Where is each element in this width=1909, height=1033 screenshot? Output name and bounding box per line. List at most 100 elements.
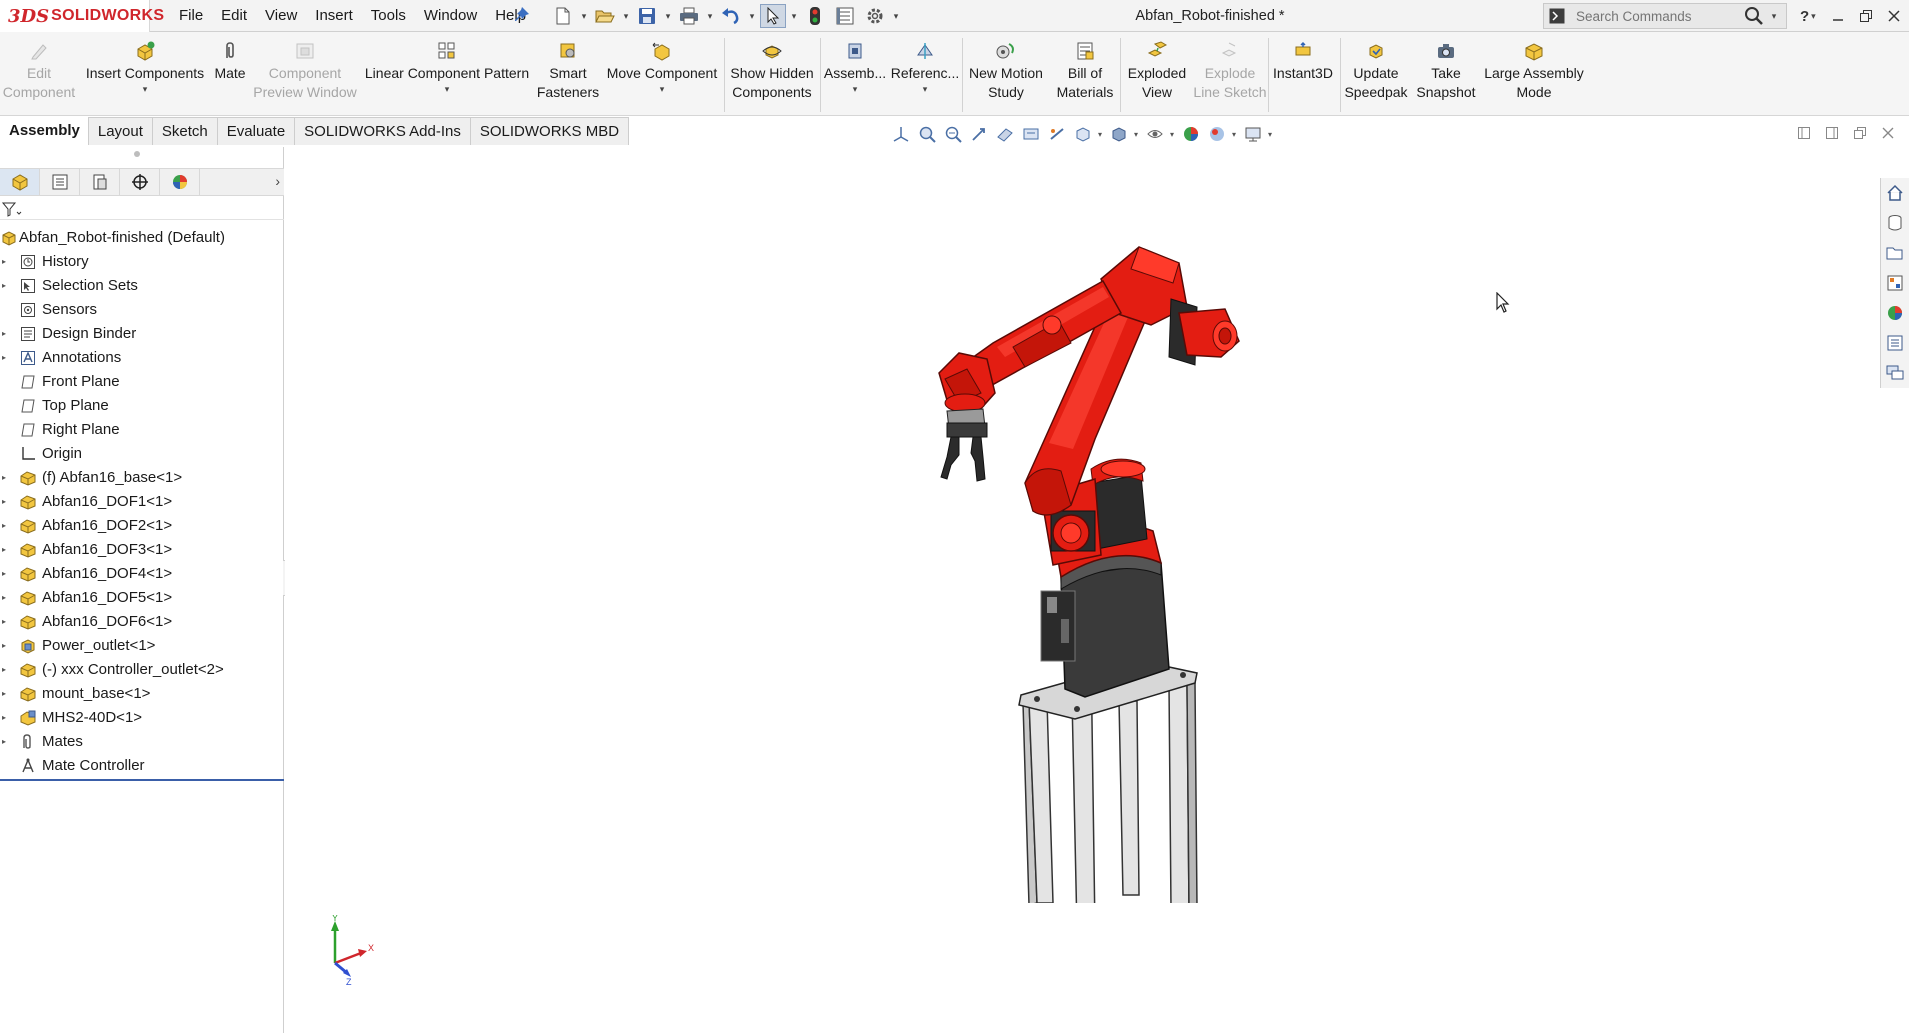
reference-geometry-button[interactable]: Referenc... ▾ [890,40,960,94]
expand-arrow-icon[interactable]: ▸ [2,586,10,610]
custom-properties-icon[interactable] [1881,328,1909,358]
tree-item[interactable]: Right Plane [0,418,284,442]
display-style-dropdown-icon[interactable]: ▾ [1134,130,1140,139]
view-orientation-trimetric-icon[interactable] [890,123,912,145]
edit-component-button[interactable]: Edit Component [2,40,76,102]
feature-manager-tab-icon[interactable] [0,169,40,195]
minimize-icon[interactable] [1829,7,1847,25]
linear-pattern-dropdown-icon[interactable]: ▾ [445,84,450,94]
tree-item[interactable]: ▸ Selection Sets [0,274,284,298]
expand-arrow-icon[interactable]: ▸ [2,730,10,754]
tree-item[interactable]: ▸ Abfan16_DOF3<1> [0,538,284,562]
tree-item[interactable]: ▸ Abfan16_DOF1<1> [0,490,284,514]
take-snapshot-button[interactable]: Take Snapshot [1414,40,1478,102]
new-motion-study-button[interactable]: New Motion Study [966,40,1046,102]
linear-component-pattern-button[interactable]: Linear Component Pattern ▾ [362,40,532,94]
zoom-to-fit-icon[interactable] [916,123,938,145]
view-settings-monitor-icon[interactable] [1242,123,1264,145]
search-input[interactable] [1570,8,1740,24]
tree-item[interactable]: ▸ Design Binder [0,322,284,346]
solidworks-logo[interactable]: 3DS SOLIDWORKS [0,0,164,32]
tree-item[interactable]: ▸ MHS2-40D<1> [0,706,284,730]
panel-grip[interactable] [134,151,140,157]
apply-scene-icon[interactable] [1206,123,1228,145]
tree-item[interactable]: ▸ Abfan16_DOF5<1> [0,586,284,610]
tree-filter[interactable] [0,200,284,220]
assembly-features-dropdown-icon[interactable]: ▾ [853,84,858,94]
tab-evaluate[interactable]: Evaluate [216,117,296,145]
menu-insert[interactable]: Insert [306,0,362,32]
tree-root[interactable]: Abfan_Robot-finished (Default) [0,226,284,250]
open-dropdown-icon[interactable]: ▾ [622,4,630,28]
expand-panel-chevron-icon[interactable]: › [275,173,280,189]
viewport-restore-icon[interactable] [1851,124,1869,142]
restore-icon[interactable] [1857,7,1875,25]
update-speedpak-button[interactable]: Update Speedpak [1344,40,1408,102]
select-dropdown-icon[interactable]: ▾ [790,4,798,28]
hide-show-dropdown-icon[interactable]: ▾ [1170,130,1176,139]
reference-geometry-dropdown-icon[interactable]: ▾ [923,84,928,94]
previous-view-icon[interactable] [968,123,990,145]
tree-rollback-bar[interactable] [0,779,284,781]
tree-item[interactable]: Sensors [0,298,284,322]
new-dropdown-icon[interactable]: ▾ [580,4,588,28]
search-commands[interactable]: ▾ [1543,3,1787,29]
menu-edit[interactable]: Edit [212,0,256,32]
expand-arrow-icon[interactable]: ▸ [2,658,10,682]
help-dropdown-icon[interactable]: ▾ [1811,11,1816,22]
move-component-dropdown-icon[interactable]: ▾ [660,84,665,94]
expand-arrow-icon[interactable]: ▸ [2,706,10,730]
search-icon[interactable] [1740,4,1768,28]
open-icon[interactable] [592,4,618,28]
tab-layout[interactable]: Layout [87,117,153,145]
explode-line-sketch-button[interactable]: Explode Line Sketch [1192,40,1268,102]
expand-arrow-icon[interactable]: ▸ [2,250,10,274]
viewport-toggle-icon[interactable] [1795,124,1813,142]
viewport-close-icon[interactable] [1879,124,1897,142]
view-orientation-icon[interactable] [1072,123,1094,145]
component-preview-window-button[interactable]: Component Preview Window [252,40,358,102]
expand-arrow-icon[interactable]: ▸ [2,490,10,514]
tree-item[interactable]: ▸ (f) Abfan16_base<1> [0,466,284,490]
edit-appearance-icon[interactable] [1180,123,1202,145]
tree-item[interactable]: ▸ History [0,250,284,274]
tree-item[interactable]: ▸ Annotations [0,346,284,370]
exploded-view-button[interactable]: Exploded View [1124,40,1190,102]
display-manager-tab-icon[interactable] [160,169,200,195]
undo-dropdown-icon[interactable]: ▾ [748,4,756,28]
tree-item[interactable]: ▸ Abfan16_DOF6<1> [0,610,284,634]
tab-assembly[interactable]: Assembly [0,117,89,145]
select-pointer-icon[interactable] [760,4,786,28]
assembly-features-button[interactable]: Assemb... ▾ [824,40,886,94]
dimxpert-manager-tab-icon[interactable] [120,169,160,195]
tab-sketch[interactable]: Sketch [151,117,218,145]
file-explorer-icon[interactable] [1881,238,1909,268]
expand-arrow-icon[interactable]: ▸ [2,322,10,346]
show-hidden-components-button[interactable]: Show Hidden Components [728,40,816,102]
tab-solidworks-add-ins[interactable]: SOLIDWORKS Add-Ins [294,117,471,145]
save-dropdown-icon[interactable]: ▾ [664,4,672,28]
expand-arrow-icon[interactable]: ▸ [2,466,10,490]
tree-item[interactable]: Top Plane [0,394,284,418]
hide-show-items-icon[interactable] [1144,123,1166,145]
new-document-icon[interactable] [550,4,576,28]
zoom-to-area-icon[interactable] [942,123,964,145]
solidworks-forum-icon[interactable] [1881,358,1909,388]
print-icon[interactable] [676,4,702,28]
configuration-manager-tab-icon[interactable] [80,169,120,195]
expand-arrow-icon[interactable]: ▸ [2,634,10,658]
graphics-area[interactable]: Y X Z [285,147,1878,1033]
display-style-icon[interactable] [1108,123,1130,145]
smart-fasteners-button[interactable]: Smart Fasteners [537,40,599,102]
tree-item[interactable]: ▸ Abfan16_DOF4<1> [0,562,284,586]
tree-item[interactable]: ▸ mount_base<1> [0,682,284,706]
pin-menu-icon[interactable] [514,7,530,23]
help-menu[interactable]: ? ▾ [1800,0,1816,32]
menu-file[interactable]: File [170,0,212,32]
view-orientation-dropdown-icon[interactable]: ▾ [1098,130,1104,139]
rebuild-icon[interactable] [802,4,828,28]
move-component-button[interactable]: Move Component ▾ [602,40,722,94]
tree-item[interactable]: ▸ Mates [0,730,284,754]
menu-tools[interactable]: Tools [362,0,415,32]
appearances-scenes-icon[interactable] [1881,298,1909,328]
